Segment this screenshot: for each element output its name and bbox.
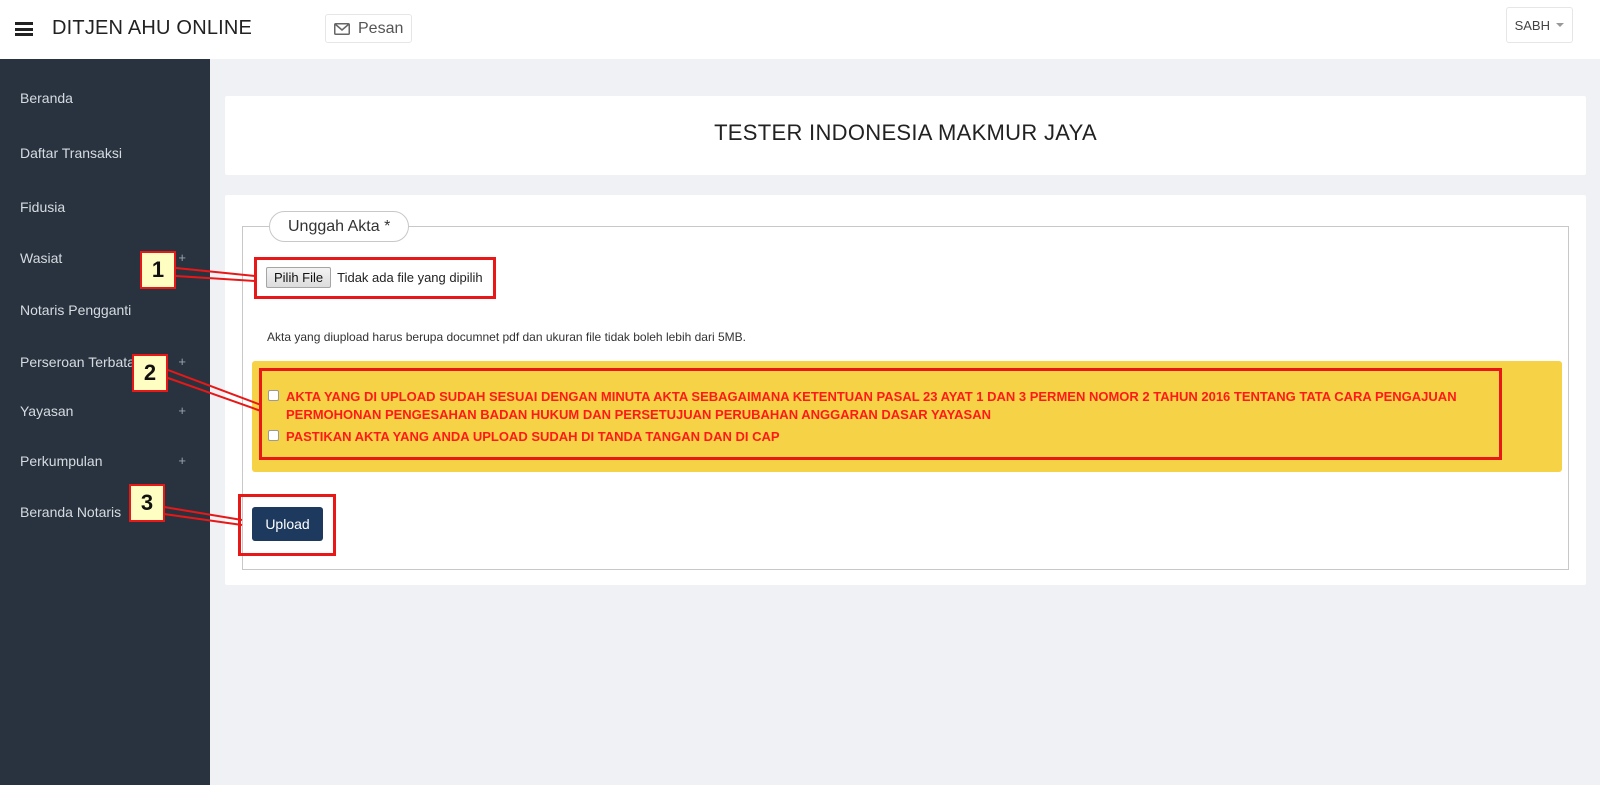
upload-fieldset: Unggah Akta * Pilih File Tidak ada file …	[242, 211, 1569, 570]
confirmation-item: AKTA YANG DI UPLOAD SUDAH SESUAI DENGAN …	[268, 388, 1466, 424]
confirm-signed-label[interactable]: PASTIKAN AKTA YANG ANDA UPLOAD SUDAH DI …	[286, 428, 1466, 446]
confirmation-box: AKTA YANG DI UPLOAD SUDAH SESUAI DENGAN …	[252, 361, 1562, 472]
top-navbar: DITJEN AHU ONLINE Pesan SABH	[0, 0, 1600, 59]
sidebar-item-label: Daftar Transaksi	[20, 145, 122, 161]
sidebar-item-label: Yayasan	[20, 403, 74, 419]
sidebar-item-beranda[interactable]: Beranda	[0, 83, 210, 113]
menu-toggle-icon[interactable]	[15, 22, 33, 36]
sidebar-item-wasiat[interactable]: Wasiat +	[0, 243, 210, 273]
choose-file-button[interactable]: Pilih File	[266, 267, 332, 288]
sidebar: Beranda Daftar Transaksi Fidusia Wasiat …	[0, 59, 210, 785]
confirm-minuta-checkbox[interactable]	[268, 390, 279, 401]
caret-down-icon	[1556, 23, 1564, 27]
user-menu-button[interactable]: SABH	[1505, 7, 1573, 43]
sidebar-item-notaris-pengganti[interactable]: Notaris Pengganti	[0, 295, 210, 325]
sidebar-item-label: Perkumpulan	[20, 453, 103, 469]
brand-title: DITJEN AHU ONLINE	[52, 17, 253, 39]
sidebar-item-perkumpulan[interactable]: Perkumpulan +	[0, 446, 210, 476]
annotation-label-2: 2	[132, 354, 168, 392]
annotation-label-1: 1	[140, 251, 176, 289]
annotation-label-3: 3	[129, 484, 165, 522]
confirm-signed-checkbox[interactable]	[268, 430, 279, 441]
user-name: SABH	[1514, 17, 1550, 33]
sidebar-item-daftar-transaksi[interactable]: Daftar Transaksi	[0, 138, 210, 168]
sidebar-item-label: Perseroan Terbatas	[20, 354, 142, 370]
sidebar-item-label: Beranda	[20, 90, 73, 106]
expand-plus-icon: +	[178, 250, 186, 265]
file-status-text: Tidak ada file yang dipilih	[337, 270, 483, 285]
file-input[interactable]: Pilih File Tidak ada file yang dipilih	[266, 267, 483, 288]
company-name: TESTER INDONESIA MAKMUR JAYA	[714, 120, 1097, 145]
sidebar-item-perseroan-terbatas[interactable]: Perseroan Terbatas +	[0, 347, 210, 377]
upload-legend: Unggah Akta *	[269, 211, 410, 242]
company-header-card: TESTER INDONESIA MAKMUR JAYA	[225, 96, 1586, 175]
sidebar-item-fidusia[interactable]: Fidusia	[0, 192, 210, 222]
sidebar-item-label: Beranda Notaris	[20, 504, 122, 520]
upload-card: Unggah Akta * Pilih File Tidak ada file …	[225, 195, 1586, 585]
sidebar-item-label: Wasiat	[20, 250, 63, 266]
sidebar-item-beranda-notaris[interactable]: Beranda Notaris	[0, 497, 210, 527]
expand-plus-icon: +	[178, 403, 186, 418]
expand-plus-icon: +	[178, 354, 186, 369]
confirmation-item: PASTIKAN AKTA YANG ANDA UPLOAD SUDAH DI …	[268, 428, 1466, 446]
sidebar-item-label: Fidusia	[20, 199, 66, 215]
sidebar-item-yayasan[interactable]: Yayasan +	[0, 396, 210, 426]
confirm-minuta-label[interactable]: AKTA YANG DI UPLOAD SUDAH SESUAI DENGAN …	[286, 388, 1466, 424]
upload-note: Akta yang diupload harus berupa documnet…	[267, 330, 746, 344]
sidebar-item-label: Notaris Pengganti	[20, 302, 132, 318]
messages-button[interactable]: Pesan	[325, 14, 413, 43]
envelope-icon	[334, 22, 350, 35]
upload-button[interactable]: Upload	[252, 507, 323, 541]
messages-label: Pesan	[358, 19, 404, 37]
expand-plus-icon: +	[178, 453, 186, 468]
